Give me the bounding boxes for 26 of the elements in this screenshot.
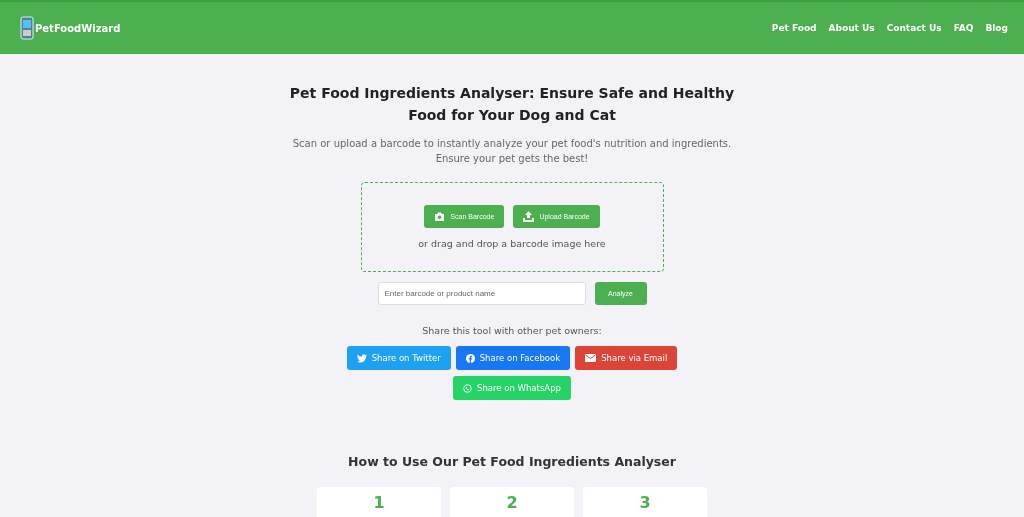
nav-link[interactable]: About Us (828, 23, 875, 33)
drop-hint: or drag and drop a barcode image here (418, 238, 606, 249)
page-title: Pet Food Ingredients Analyser: Ensure Safe and Healthy Food for Your Dog and Cat (288, 84, 736, 125)
camera-icon (434, 212, 446, 221)
nav-link[interactable]: FAQ (953, 23, 974, 33)
upload-icon (523, 211, 535, 222)
nav-link[interactable]: Blog (985, 23, 1008, 33)
search-field[interactable]: Enter barcode or product name (377, 282, 586, 305)
nav-link[interactable]: Contact Us (886, 23, 942, 33)
page-subtitle: Scan or upload a barcode to instantly analyze your pet food's nutrition and ingredients. Ensure your pet gets the best! (292, 137, 732, 166)
bird-icon (356, 353, 367, 363)
share-button[interactable]: Share on Twitter (346, 346, 451, 370)
share-button[interactable]: Share via Email (575, 346, 678, 370)
facebook-icon (465, 353, 475, 363)
envelope-icon (585, 354, 597, 362)
section-title: How to Use Our Pet Food Ingredients Analyser (348, 454, 676, 469)
share-button[interactable]: Share on WhatsApp (453, 376, 571, 400)
step-number: 3 (639, 493, 651, 515)
step-number: 2 (506, 493, 518, 515)
chat-bubble-icon (463, 383, 473, 393)
nav-link[interactable]: Pet Food (771, 23, 817, 33)
share-prompt: Share this tool with other pet owners: (422, 325, 602, 336)
phone-logo-icon (20, 16, 34, 40)
logo-text[interactable]: PetFoodWizard (35, 22, 121, 34)
step-number: 1 (373, 493, 385, 515)
share-button[interactable]: Share on Facebook (455, 346, 571, 370)
